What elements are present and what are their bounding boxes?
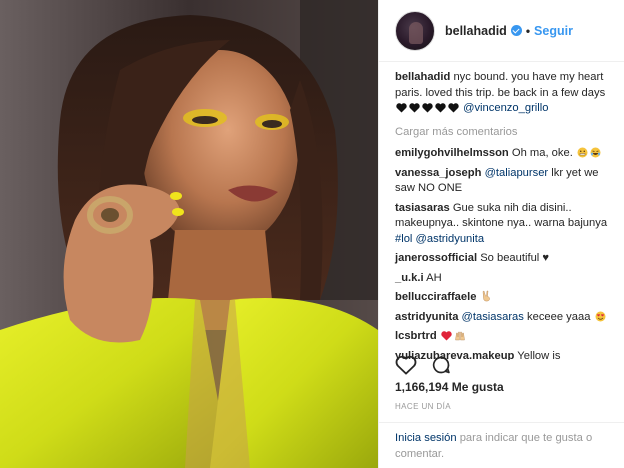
comment-text: AH (426, 271, 442, 284)
victory-hand-emoji-icon (482, 290, 490, 302)
comment-item: _u.k.i AH (395, 271, 608, 287)
comment-item: astridyunita @tasiasaras keceee yaaa (395, 310, 608, 326)
post-timestamp: HACE UN DÍA (395, 402, 451, 411)
comment-hashtag[interactable]: #lol (395, 233, 412, 245)
instagram-post: bellahadid • Seguir bellahadid nyc bound. … (0, 0, 624, 468)
comment-username[interactable]: _u.k.i (395, 272, 424, 284)
comment-text: So beautiful ♥ (480, 252, 550, 264)
comment-text: Oh ma, oke. (511, 147, 573, 159)
black-heart-icon (422, 103, 433, 113)
header-username[interactable]: bellahadid (445, 24, 507, 38)
comment-mention[interactable]: @tasiasaras (462, 311, 524, 323)
caption-mention[interactable]: @vincenzo_grillo (463, 102, 548, 114)
comment-text: keceee yaaa (527, 310, 591, 323)
portrait-illustration (0, 0, 378, 468)
likes-count[interactable]: 1,166,194 Me gusta (395, 380, 504, 394)
black-heart-icon (396, 103, 407, 113)
comment-username[interactable]: vanessa_joseph (395, 167, 481, 179)
comment-mention[interactable]: @taliapurser (485, 167, 549, 179)
header-username-row: bellahadid • Seguir (445, 24, 573, 38)
laughing-emoji-icon (590, 147, 601, 158)
caption-username[interactable]: bellahadid (395, 71, 450, 83)
login-link[interactable]: Inicia sesión (395, 432, 457, 444)
black-heart-icon (435, 103, 446, 113)
comment-mention[interactable]: @astridyunita (416, 233, 485, 245)
grimace-emoji-icon (577, 147, 588, 158)
black-heart-icon (409, 103, 420, 113)
verified-badge-icon (510, 24, 522, 36)
caption: bellahadid nyc bound. you have my heart … (395, 70, 608, 117)
comment-username[interactable]: bellucciraffaele (395, 291, 476, 303)
heart-icon[interactable] (395, 355, 417, 375)
heart-eyes-emoji-icon (595, 311, 606, 321)
comment-item: tasiasaras Gue suka nih dia disini.. mak… (395, 201, 608, 248)
post-photo[interactable] (0, 0, 378, 468)
comment-text: Yellow is (517, 349, 561, 361)
caption-hearts (395, 102, 463, 114)
login-prompt: Inicia sesión para indicar que te gusta … (379, 422, 624, 462)
comment-item: vanessa_joseph @taliapurser lkr yet we s… (395, 166, 608, 197)
post-side-panel: bellahadid • Seguir bellahadid nyc bound. … (378, 0, 624, 468)
comment-icon[interactable] (431, 355, 451, 375)
comment-username[interactable]: astridyunita (395, 311, 458, 323)
comment-username[interactable]: lcsbrtrd (395, 330, 437, 342)
follow-button[interactable]: Seguir (534, 24, 573, 38)
avatar[interactable] (395, 10, 435, 51)
load-more-comments[interactable]: Cargar más comentarios (395, 125, 608, 141)
raised-hands-emoji-icon (455, 331, 465, 341)
comment-item: bellucciraffaele (395, 290, 608, 306)
comment-item: emilygohvilhelmsson Oh ma, oke. (395, 146, 608, 162)
post-actions (395, 355, 451, 375)
red-heart-emoji-icon (441, 331, 452, 341)
separator-dot: • (525, 23, 531, 38)
comments-list[interactable]: bellahadid nyc bound. you have my heart … (379, 62, 624, 360)
black-heart-icon (448, 103, 459, 113)
comment-username[interactable]: tasiasaras (395, 202, 450, 214)
comment-username[interactable]: emilygohvilhelmsson (395, 147, 509, 159)
comment-username[interactable]: janerossofficial (395, 252, 477, 264)
comment-item: lcsbrtrd (395, 329, 608, 345)
comment-item: janerossofficial So beautiful ♥ (395, 251, 608, 267)
post-header: bellahadid • Seguir (379, 0, 624, 62)
